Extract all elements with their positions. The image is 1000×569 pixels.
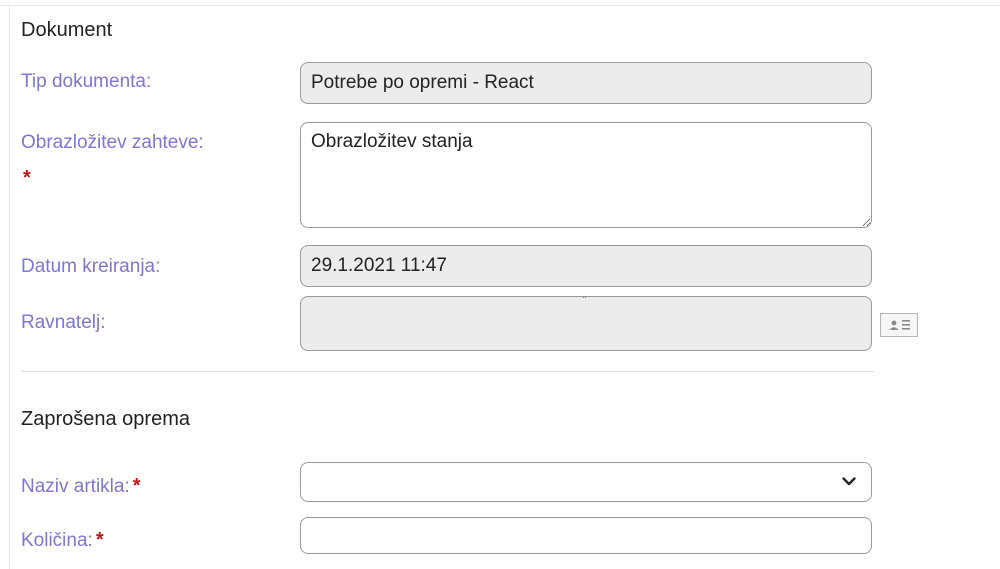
item-name-select[interactable] (300, 462, 872, 502)
label-justification: Obrazložitev zahteve: (21, 132, 204, 153)
label-quantity: Količina: * (21, 528, 104, 553)
label-created-date: Datum kreiranja: (21, 256, 161, 277)
label-director: Ravnatelj: (21, 312, 106, 333)
required-marker: * (132, 475, 141, 497)
label-item-name-text: Naziv artikla: (21, 476, 130, 497)
justification-textarea[interactable]: Obrazložitev stanja (300, 122, 872, 228)
chevron-down-icon (842, 477, 856, 486)
section-title-equipment: Zaprošena oprema (21, 408, 190, 430)
section-title-document: Dokument (21, 19, 113, 41)
required-marker: * (95, 529, 104, 551)
left-border (9, 5, 10, 569)
required-marker: * (23, 167, 31, 189)
director-field-mark: ¨ (583, 296, 587, 307)
document-form: Dokument Tip dokumenta: Potrebe po oprem… (0, 0, 1000, 569)
top-border (0, 5, 1000, 6)
quantity-input[interactable] (300, 517, 872, 554)
doc-type-field: Potrebe po opremi - React (300, 62, 872, 104)
contact-card-icon[interactable] (880, 313, 918, 337)
label-quantity-text: Količina: (21, 530, 93, 551)
created-date-field: 29.1.2021 11:47 (300, 245, 872, 287)
section-divider (21, 371, 874, 372)
label-item-name: Naziv artikla: * (21, 474, 141, 499)
label-doc-type: Tip dokumenta: (21, 71, 152, 92)
